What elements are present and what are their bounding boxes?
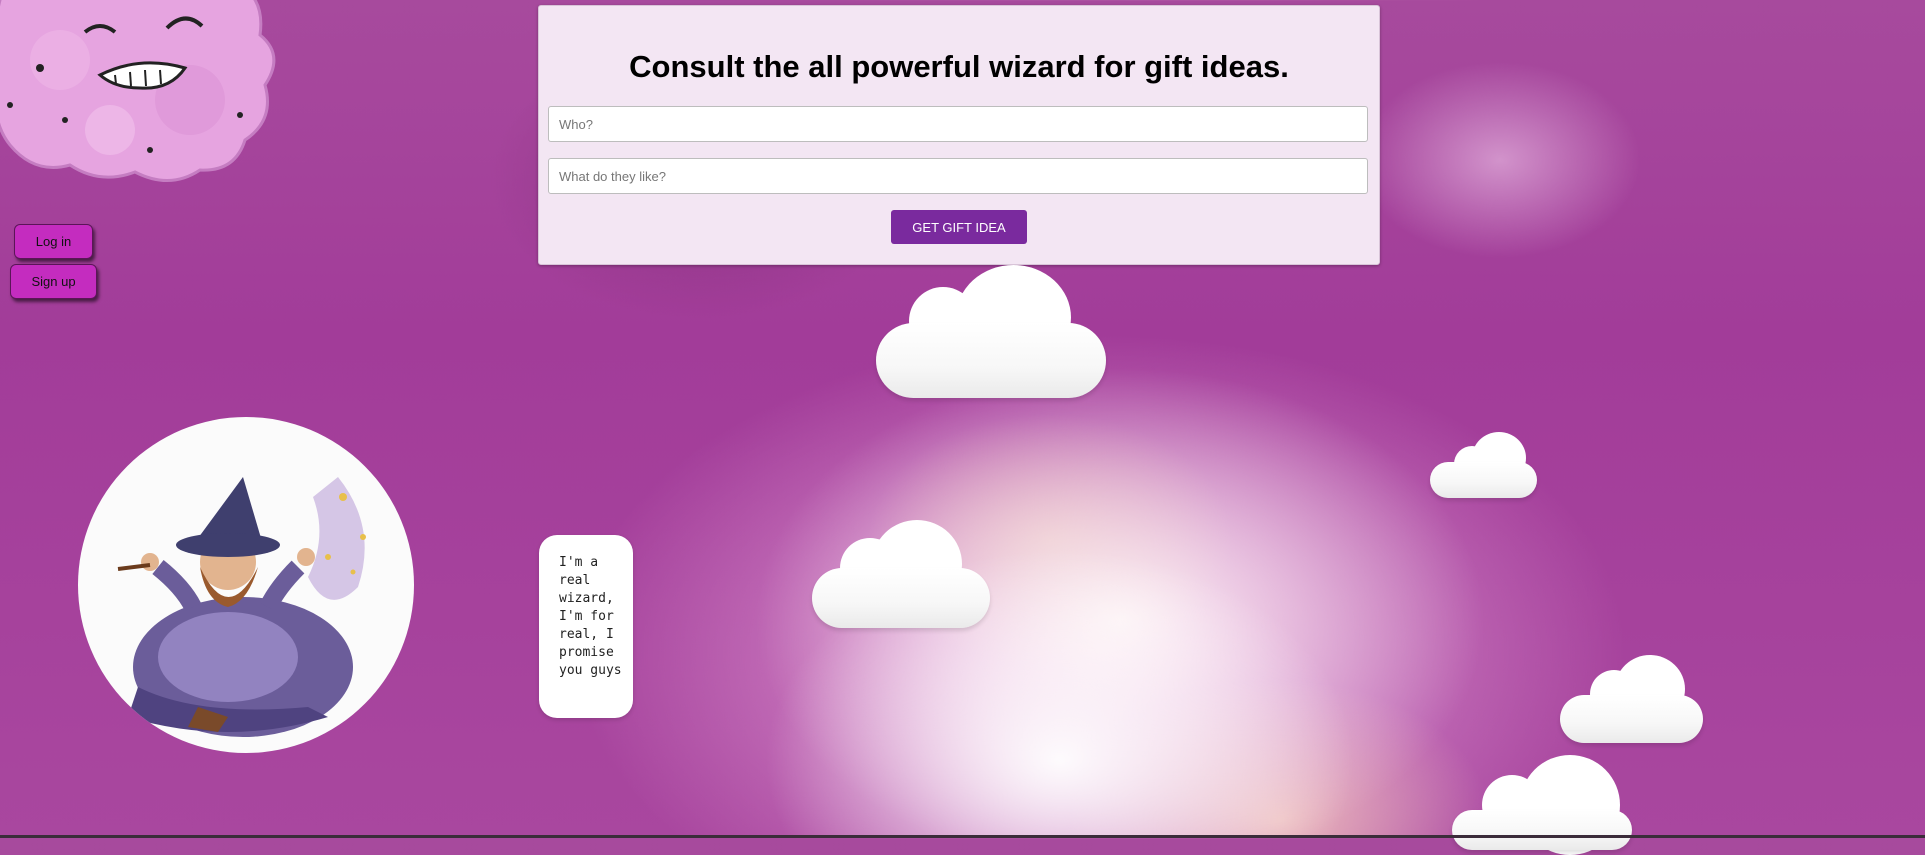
cloud (812, 520, 990, 630)
get-gift-idea-button[interactable]: GET GIFT IDEA (891, 210, 1027, 244)
wizard-portrait (78, 417, 414, 753)
gift-form-panel: Consult the all powerful wizard for gift… (538, 5, 1380, 265)
sign-up-button[interactable]: Sign up (10, 264, 97, 299)
wizard-speech-bubble: I'm a real wizard, I'm for real, I promi… (539, 535, 633, 718)
cloud (1560, 655, 1703, 743)
speech-text: I'm a real wizard, I'm for real, I promi… (559, 555, 622, 678)
who-input[interactable] (548, 106, 1368, 142)
monster-illustration (0, 0, 276, 182)
cloud (1430, 432, 1537, 498)
likes-input[interactable] (548, 158, 1368, 194)
cloud (1452, 755, 1632, 855)
page-title: Consult the all powerful wizard for gift… (629, 49, 1289, 84)
cloud (876, 265, 1106, 400)
log-in-button[interactable]: Log in (14, 224, 93, 259)
